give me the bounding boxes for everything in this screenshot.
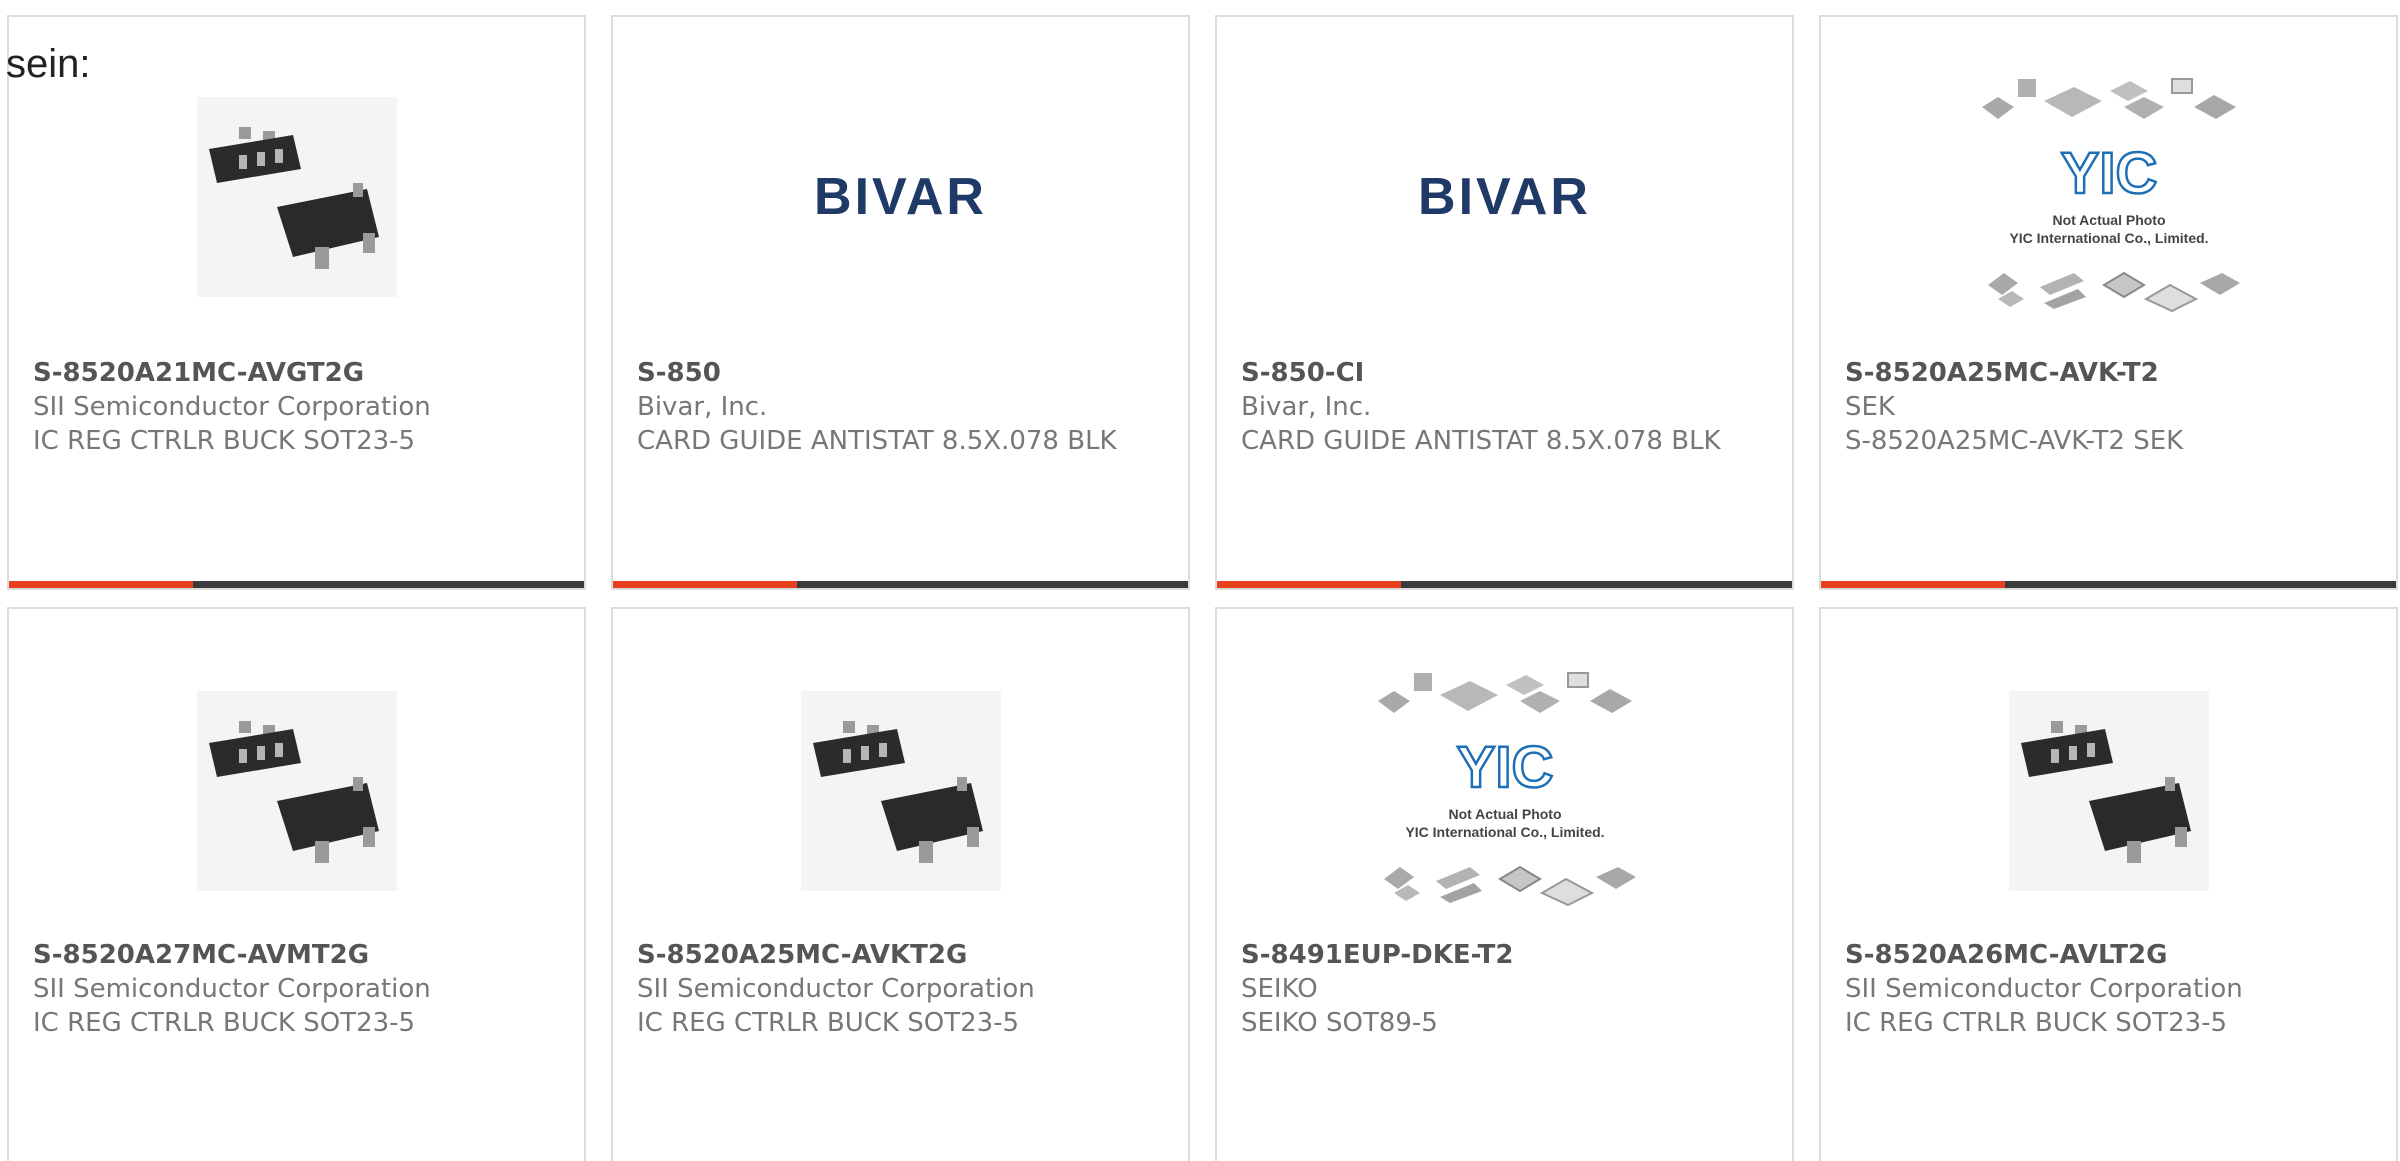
- card-bottom-bar: [613, 581, 1188, 588]
- product-card[interactable]: S-8520A26MC-AVLT2G SII Semiconductor Cor…: [1819, 607, 2398, 1161]
- card-accent-bar: [1217, 581, 1401, 588]
- product-image-yic-placeholder[interactable]: YIC Not Actual Photo YIC International C…: [1360, 671, 1650, 911]
- product-image-sot23-5[interactable]: [152, 671, 442, 911]
- product-description: SEIKO SOT89-5: [1241, 1008, 1438, 1038]
- product-grid: S-8520A21MC-AVGT2G SII Semiconductor Cor…: [7, 15, 2400, 1161]
- product-card[interactable]: S-8520A25MC-AVKT2G SII Semiconductor Cor…: [611, 607, 1190, 1161]
- yic-logo: YIC: [2060, 141, 2157, 206]
- product-description: S-8520A25MC-AVK-T2 SEK: [1845, 426, 2184, 456]
- manufacturer-name: SII Semiconductor Corporation: [33, 392, 431, 422]
- product-image-sot23-5[interactable]: [152, 77, 442, 317]
- product-description: IC REG CTRLR BUCK SOT23-5: [33, 1008, 416, 1038]
- card-accent-bar: [613, 581, 797, 588]
- product-info: S-8520A26MC-AVLT2G SII Semiconductor Cor…: [1845, 938, 2376, 1040]
- bivar-logo: BIVAR: [814, 168, 987, 226]
- yic-logo: YIC: [1456, 735, 1553, 800]
- part-number-link[interactable]: S-8520A21MC-AVGT2G: [33, 356, 564, 390]
- card-bottom-bar: [1821, 581, 2396, 588]
- part-number-link[interactable]: S-850-CI: [1241, 356, 1772, 390]
- sot23-package-image: [800, 691, 1001, 891]
- bivar-logo: BIVAR: [1418, 168, 1591, 226]
- manufacturer-name: SII Semiconductor Corporation: [1845, 974, 2243, 1004]
- product-image-bivar-logo[interactable]: BIVAR: [1360, 77, 1650, 317]
- product-info: S-8520A27MC-AVMT2G SII Semiconductor Cor…: [33, 938, 564, 1040]
- image-caption-line2: YIC International Co., Limited.: [2009, 230, 2208, 246]
- product-card[interactable]: BIVAR S-850 Bivar, Inc. CARD GUIDE ANTIS…: [611, 15, 1190, 590]
- manufacturer-name: SII Semiconductor Corporation: [637, 974, 1035, 1004]
- part-number-link[interactable]: S-8520A26MC-AVLT2G: [1845, 938, 2376, 972]
- product-card[interactable]: S-8520A21MC-AVGT2G SII Semiconductor Cor…: [7, 15, 586, 590]
- manufacturer-name: SEK: [1845, 392, 1895, 422]
- product-info: S-8520A25MC-AVK-T2 SEK S-8520A25MC-AVK-T…: [1845, 356, 2376, 458]
- part-number-link[interactable]: S-850: [637, 356, 1168, 390]
- product-listing-page: sein: S-8520A21MC-AVGT2G SII Semiconduct…: [0, 0, 2400, 1161]
- product-image-sot23-5[interactable]: [756, 671, 1046, 911]
- yic-placeholder-image: YIC Not Actual Photo YIC International C…: [1981, 78, 2240, 313]
- sot23-package-image: [196, 97, 397, 297]
- product-image-sot23-5[interactable]: [1964, 671, 2254, 911]
- sot23-package-image: [196, 691, 397, 891]
- card-accent-bar: [9, 581, 193, 588]
- product-info: S-8520A21MC-AVGT2G SII Semiconductor Cor…: [33, 356, 564, 458]
- manufacturer-name: SII Semiconductor Corporation: [33, 974, 431, 1004]
- product-image-bivar-logo[interactable]: BIVAR: [756, 77, 1046, 317]
- intro-text: sein:: [6, 42, 91, 86]
- image-caption-line1: Not Actual Photo: [1448, 806, 1561, 822]
- card-bottom-bar: [9, 581, 584, 588]
- card-accent-bar: [1821, 581, 2005, 588]
- product-card[interactable]: S-8520A27MC-AVMT2G SII Semiconductor Cor…: [7, 607, 586, 1161]
- manufacturer-name: Bivar, Inc.: [1241, 392, 1372, 422]
- product-card[interactable]: BIVAR S-850-CI Bivar, Inc. CARD GUIDE AN…: [1215, 15, 1794, 590]
- image-caption-line1: Not Actual Photo: [2052, 212, 2165, 228]
- product-card[interactable]: YIC Not Actual Photo YIC International C…: [1819, 15, 2398, 590]
- product-info: S-8491EUP-DKE-T2 SEIKO SEIKO SOT89-5: [1241, 938, 1772, 1040]
- product-info: S-8520A25MC-AVKT2G SII Semiconductor Cor…: [637, 938, 1168, 1040]
- product-description: CARD GUIDE ANTISTAT 8.5X.078 BLK: [1241, 426, 1721, 456]
- product-description: CARD GUIDE ANTISTAT 8.5X.078 BLK: [637, 426, 1117, 456]
- sot23-package-image: [2008, 691, 2209, 891]
- product-description: IC REG CTRLR BUCK SOT23-5: [33, 426, 416, 456]
- product-description: IC REG CTRLR BUCK SOT23-5: [637, 1008, 1020, 1038]
- product-description: IC REG CTRLR BUCK SOT23-5: [1845, 1008, 2228, 1038]
- product-image-yic-placeholder[interactable]: YIC Not Actual Photo YIC International C…: [1964, 77, 2254, 317]
- image-caption-line2: YIC International Co., Limited.: [1405, 824, 1604, 840]
- product-card[interactable]: YIC Not Actual Photo YIC International C…: [1215, 607, 1794, 1161]
- part-number-link[interactable]: S-8520A25MC-AVKT2G: [637, 938, 1168, 972]
- product-info: S-850 Bivar, Inc. CARD GUIDE ANTISTAT 8.…: [637, 356, 1168, 458]
- manufacturer-name: Bivar, Inc.: [637, 392, 768, 422]
- part-number-link[interactable]: S-8491EUP-DKE-T2: [1241, 938, 1772, 972]
- yic-placeholder-image: YIC Not Actual Photo YIC International C…: [1377, 672, 1636, 907]
- part-number-link[interactable]: S-8520A25MC-AVK-T2: [1845, 356, 2376, 390]
- product-info: S-850-CI Bivar, Inc. CARD GUIDE ANTISTAT…: [1241, 356, 1772, 458]
- manufacturer-name: SEIKO: [1241, 974, 1318, 1004]
- card-bottom-bar: [1217, 581, 1792, 588]
- part-number-link[interactable]: S-8520A27MC-AVMT2G: [33, 938, 564, 972]
